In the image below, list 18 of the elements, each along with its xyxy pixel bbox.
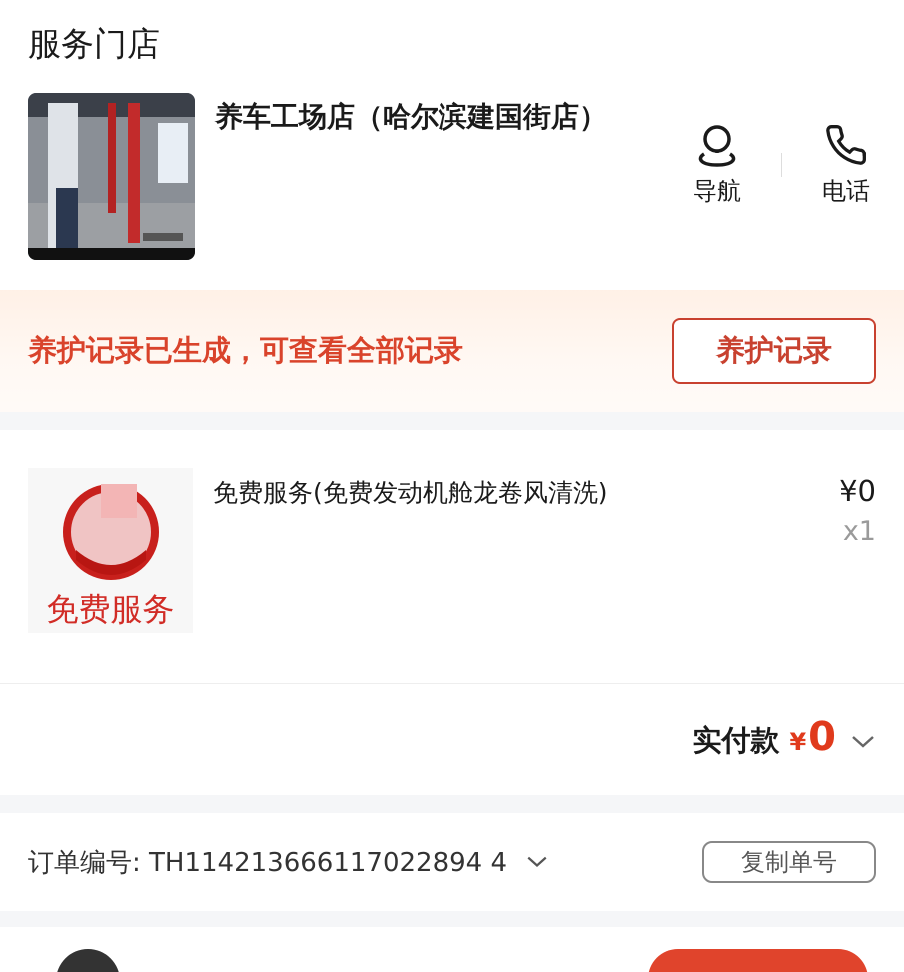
section-title: 服务门店 bbox=[28, 23, 161, 65]
currency-sign: ¥ bbox=[789, 728, 806, 756]
paid-amount: 0 bbox=[808, 714, 836, 760]
item-price: ¥0 bbox=[839, 474, 876, 508]
navigation-button[interactable]: 导航 bbox=[687, 123, 747, 207]
service-image-caption: 免费服务 bbox=[46, 589, 174, 630]
notice-text: 养护记录已生成，可查看全部记录 bbox=[28, 332, 463, 369]
copy-button[interactable]: 复制单号 bbox=[702, 841, 876, 883]
records-button[interactable]: 养护记录 bbox=[672, 318, 876, 384]
item-quantity: x1 bbox=[842, 516, 876, 547]
store-name: 养车工场店（哈尔滨建国街店） bbox=[215, 99, 608, 135]
call-button[interactable]: 电话 bbox=[816, 123, 876, 207]
service-name: 免费服务(免费发动机舱龙卷风清洗) bbox=[213, 477, 609, 509]
chevron-down-icon[interactable] bbox=[525, 855, 550, 869]
paid-label: 实付款 bbox=[692, 722, 780, 759]
order-number: 订单编号: TH114213666117022894 4 bbox=[28, 846, 508, 880]
phone-icon bbox=[823, 123, 869, 167]
chevron-down-icon[interactable] bbox=[850, 734, 876, 750]
